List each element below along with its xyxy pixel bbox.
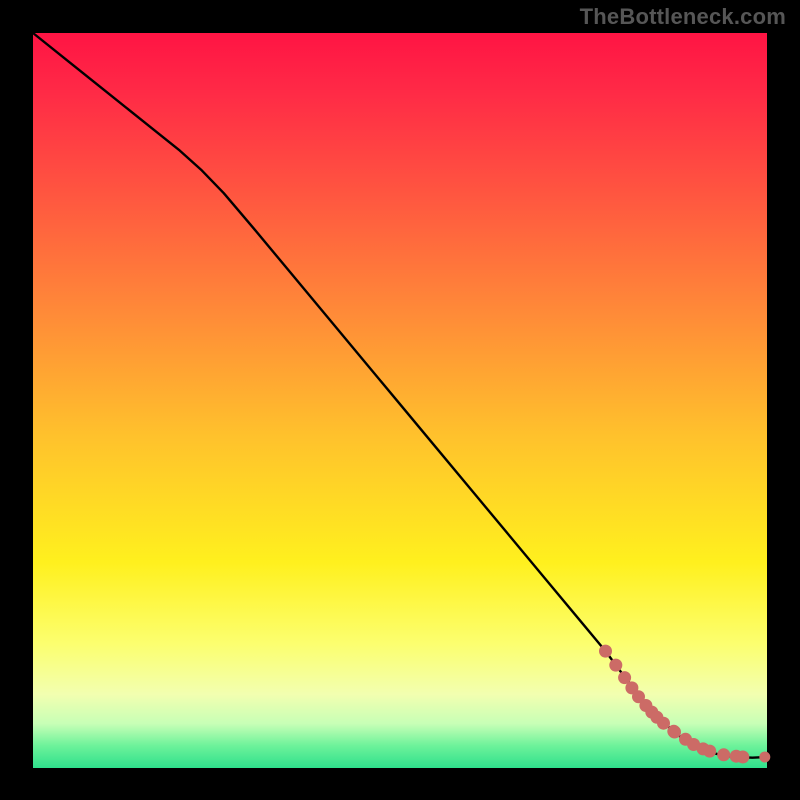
data-point — [759, 752, 770, 763]
data-points — [599, 645, 770, 764]
data-point — [657, 717, 670, 730]
plot-area — [33, 33, 767, 768]
data-point — [599, 645, 612, 658]
data-point — [609, 659, 622, 672]
curve-path — [33, 33, 767, 758]
bottleneck-curve — [33, 33, 767, 758]
data-point — [717, 748, 730, 761]
data-point — [703, 745, 716, 758]
plot-svg — [33, 33, 767, 768]
attribution-label: TheBottleneck.com — [580, 4, 786, 30]
data-point — [736, 751, 749, 764]
chart-frame: TheBottleneck.com — [0, 0, 800, 800]
data-point — [668, 726, 681, 739]
